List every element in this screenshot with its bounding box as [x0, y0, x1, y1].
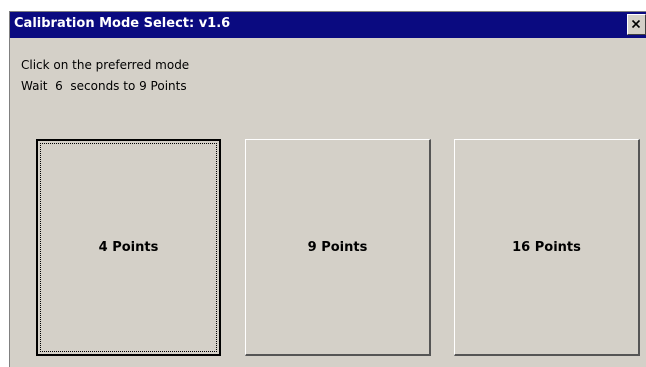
- mode-16-points-label: 16 Points: [512, 239, 581, 255]
- calibration-window: Calibration Mode Select: v1.6 Click on t…: [9, 11, 646, 367]
- mode-9-points-button[interactable]: 9 Points: [245, 139, 431, 356]
- mode-16-points-button[interactable]: 16 Points: [454, 139, 640, 356]
- window-title: Calibration Mode Select: v1.6: [14, 16, 231, 31]
- close-button[interactable]: [627, 14, 646, 35]
- countdown-text: Wait 6 seconds to 9 Points: [21, 79, 187, 93]
- mode-4-points-button[interactable]: 4 Points: [36, 139, 221, 356]
- title-bar: Calibration Mode Select: v1.6: [10, 12, 646, 38]
- mode-9-points-label: 9 Points: [307, 239, 368, 255]
- instructions: Click on the preferred mode Wait 6 secon…: [21, 55, 189, 97]
- instruction-text: Click on the preferred mode: [21, 58, 190, 72]
- mode-4-points-label: 4 Points: [98, 240, 159, 255]
- close-icon: [631, 19, 641, 29]
